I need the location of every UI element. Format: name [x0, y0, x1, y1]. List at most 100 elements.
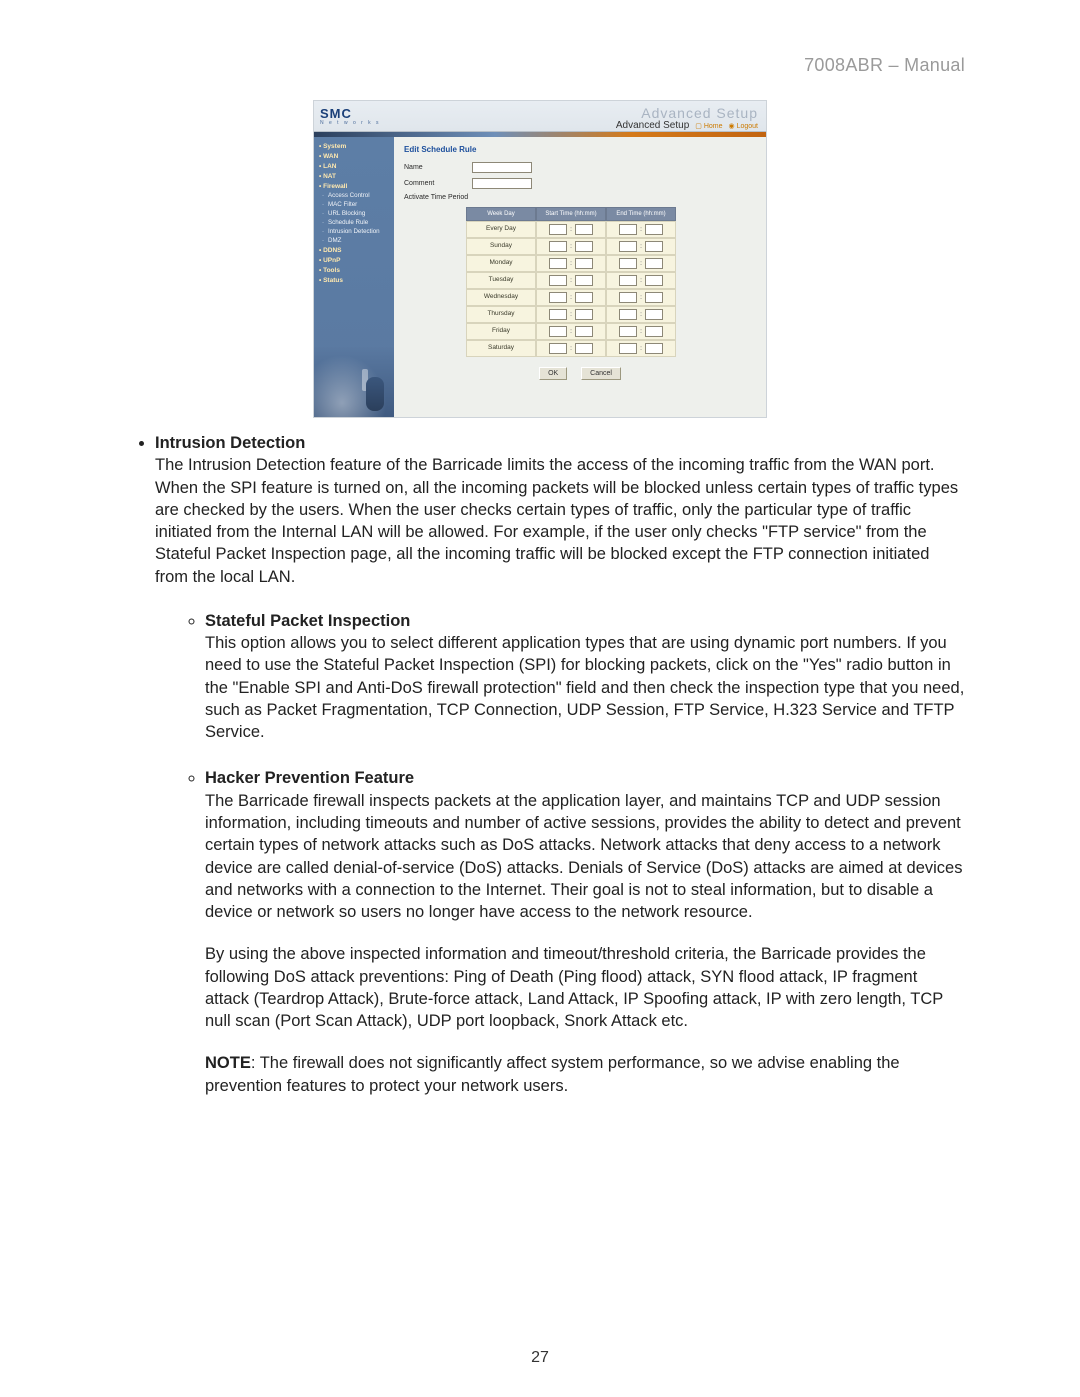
sidebar-graphic — [314, 347, 394, 417]
mm-input[interactable] — [575, 258, 593, 269]
hh-input[interactable] — [619, 326, 637, 337]
hacker-p1: The Barricade firewall inspects packets … — [205, 790, 965, 924]
brand-logo: SMC N e t w o r k s — [314, 101, 400, 131]
hh-input[interactable] — [549, 309, 567, 320]
sidebar-sub-urlblock[interactable]: URL Blocking — [314, 209, 394, 218]
sub-text: This option allows you to select differe… — [205, 634, 964, 741]
page-number: 27 — [0, 1349, 1080, 1367]
note-text: : The firewall does not significantly af… — [205, 1054, 900, 1094]
day-cell: Every Day — [466, 221, 536, 238]
schedule-table: Week DayStart Time (hh:mm)End Time (hh:m… — [466, 207, 756, 357]
end-time-cell: : — [606, 255, 676, 272]
table-header: End Time (hh:mm) — [606, 207, 676, 221]
end-time-cell: : — [606, 323, 676, 340]
end-time-cell: : — [606, 340, 676, 357]
sidebar-item-nat[interactable]: NAT — [314, 171, 394, 181]
home-link[interactable]: ▢ Home — [695, 122, 722, 130]
sidebar-item-lan[interactable]: LAN — [314, 161, 394, 171]
logout-link[interactable]: ◉ Logout — [729, 122, 758, 130]
hh-input[interactable] — [619, 258, 637, 269]
sidebar-nav: System WAN LAN NAT Firewall Access Contr… — [314, 137, 394, 417]
day-cell: Friday — [466, 323, 536, 340]
mm-input[interactable] — [645, 241, 663, 252]
hh-input[interactable] — [549, 326, 567, 337]
hh-input[interactable] — [549, 292, 567, 303]
comment-input[interactable] — [472, 178, 532, 189]
end-time-cell: : — [606, 238, 676, 255]
table-header: Start Time (hh:mm) — [536, 207, 606, 221]
mm-input[interactable] — [645, 275, 663, 286]
form-panel: Edit Schedule Rule Name Comment Activate… — [394, 137, 766, 417]
mm-input[interactable] — [575, 275, 593, 286]
mm-input[interactable] — [645, 343, 663, 354]
subsection-spi: Stateful Packet Inspection This option a… — [205, 610, 965, 744]
end-time-cell: : — [606, 289, 676, 306]
hh-input[interactable] — [619, 343, 637, 354]
start-time-cell: : — [536, 289, 606, 306]
table-header: Week Day — [466, 207, 536, 221]
end-time-cell: : — [606, 272, 676, 289]
cancel-button[interactable]: Cancel — [581, 367, 621, 380]
sidebar-sub-intrusion[interactable]: Intrusion Detection — [314, 227, 394, 236]
mm-input[interactable] — [645, 292, 663, 303]
hh-input[interactable] — [619, 292, 637, 303]
sidebar-item-wan[interactable]: WAN — [314, 151, 394, 161]
hh-input[interactable] — [619, 275, 637, 286]
section-text: The Intrusion Detection feature of the B… — [155, 456, 958, 585]
mm-input[interactable] — [645, 326, 663, 337]
mm-input[interactable] — [575, 224, 593, 235]
start-time-cell: : — [536, 238, 606, 255]
hh-input[interactable] — [549, 258, 567, 269]
sidebar-sub-dmz[interactable]: DMZ — [314, 236, 394, 245]
comment-label: Comment — [404, 180, 466, 187]
sidebar-sub-access[interactable]: Access Control — [314, 191, 394, 200]
hh-input[interactable] — [549, 241, 567, 252]
start-time-cell: : — [536, 221, 606, 238]
start-time-cell: : — [536, 306, 606, 323]
sidebar-item-tools[interactable]: Tools — [314, 265, 394, 275]
name-input[interactable] — [472, 162, 532, 173]
title-ghost: Advanced Setup — [641, 106, 758, 120]
sidebar-item-system[interactable]: System — [314, 141, 394, 151]
start-time-cell: : — [536, 323, 606, 340]
name-label: Name — [404, 164, 466, 171]
hacker-p2: By using the above inspected information… — [205, 943, 965, 1032]
sidebar-item-ddns[interactable]: DDNS — [314, 245, 394, 255]
hh-input[interactable] — [549, 275, 567, 286]
section-intrusion: Intrusion Detection The Intrusion Detect… — [155, 432, 965, 1097]
day-cell: Saturday — [466, 340, 536, 357]
hh-input[interactable] — [549, 343, 567, 354]
mm-input[interactable] — [575, 343, 593, 354]
mm-input[interactable] — [575, 326, 593, 337]
mm-input[interactable] — [645, 224, 663, 235]
manual-page: 7008ABR – Manual SMC N e t w o r k s Adv… — [0, 0, 1080, 1397]
hh-input[interactable] — [619, 309, 637, 320]
section-title: Intrusion Detection — [155, 434, 305, 452]
mm-input[interactable] — [645, 309, 663, 320]
sidebar-item-upnp[interactable]: UPnP — [314, 255, 394, 265]
note-lead: NOTE — [205, 1054, 251, 1072]
mm-input[interactable] — [575, 309, 593, 320]
end-time-cell: : — [606, 221, 676, 238]
mm-input[interactable] — [645, 258, 663, 269]
hh-input[interactable] — [619, 241, 637, 252]
start-time-cell: : — [536, 255, 606, 272]
sidebar-sub-macfilter[interactable]: MAC Filter — [314, 200, 394, 209]
day-cell: Monday — [466, 255, 536, 272]
ok-button[interactable]: OK — [539, 367, 567, 380]
hh-input[interactable] — [619, 224, 637, 235]
start-time-cell: : — [536, 340, 606, 357]
page-header: 7008ABR – Manual — [115, 55, 965, 76]
mm-input[interactable] — [575, 241, 593, 252]
end-time-cell: : — [606, 306, 676, 323]
day-cell: Tuesday — [466, 272, 536, 289]
sidebar-sub-schedule[interactable]: Schedule Rule — [314, 218, 394, 227]
sidebar-item-firewall[interactable]: Firewall — [314, 181, 394, 191]
hh-input[interactable] — [549, 224, 567, 235]
day-cell: Sunday — [466, 238, 536, 255]
sidebar-item-status[interactable]: Status — [314, 275, 394, 285]
note: NOTE: The firewall does not significantl… — [205, 1052, 965, 1097]
sub-title: Stateful Packet Inspection — [205, 612, 410, 630]
form-title: Edit Schedule Rule — [404, 145, 756, 154]
mm-input[interactable] — [575, 292, 593, 303]
